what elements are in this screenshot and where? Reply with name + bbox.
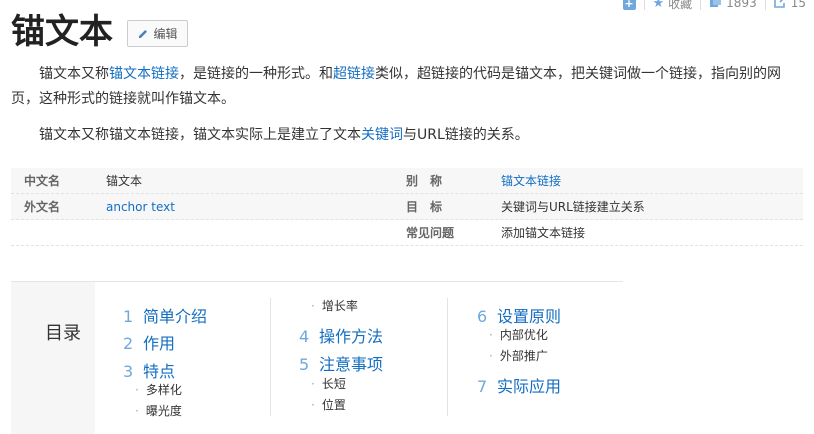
catalog-num: 3 xyxy=(123,362,134,381)
catalog-num: 4 xyxy=(299,327,310,346)
text-run: 锚文本又称 xyxy=(39,66,109,82)
entry-toolbar: + ★ 收藏 1893 15 xyxy=(615,0,814,12)
info-name: 别 称 xyxy=(406,174,443,188)
edit-label: 编辑 xyxy=(153,27,178,41)
info-name: 常见问题 xyxy=(406,226,455,240)
plus-icon: + xyxy=(622,0,636,10)
catalog-sublabel: 位置 xyxy=(321,398,346,412)
text-run: ，是链接的一种形式。和 xyxy=(179,66,333,82)
catalog-sublabel: 增长率 xyxy=(321,299,358,313)
catalog-item-1[interactable]: 1 简单介绍 xyxy=(123,303,207,327)
star-icon: ★ xyxy=(652,0,665,11)
edit-button[interactable]: 编辑 xyxy=(127,20,188,47)
catalog-item-6[interactable]: 6 设置原则 xyxy=(477,303,561,327)
catalog-subitem[interactable]: · 曝光度 xyxy=(135,402,182,419)
intro-paragraph: 锚文本又称锚文本链接，是链接的一种形式。和超链接类似，超链接的代码是锚文本，把关… xyxy=(11,62,801,112)
catalog-num: 7 xyxy=(477,377,488,396)
catalog-subitem[interactable]: · 外部推广 xyxy=(489,347,548,364)
pencil-icon xyxy=(139,29,148,38)
share-button[interactable]: 15 xyxy=(766,0,814,12)
catalog-num: 6 xyxy=(477,307,488,326)
catalog-label: 特点 xyxy=(143,362,176,381)
link-keyword[interactable]: 关键词 xyxy=(361,127,403,143)
catalog-sublabel: 长短 xyxy=(321,377,346,391)
info-value: 关键词与URL链接建立关系 xyxy=(501,200,645,214)
info-row: 中文名 锚文本 别 称 锚文本链接 xyxy=(11,168,803,194)
catalog-sublabel: 多样化 xyxy=(145,383,182,397)
bullet-dash: · xyxy=(489,328,493,342)
info-value: 锚文本 xyxy=(106,174,143,188)
catalog-subitem[interactable]: · 增长率 xyxy=(311,297,358,314)
catalog-label: 简单介绍 xyxy=(143,307,208,326)
catalog-item-4[interactable]: 4 操作方法 xyxy=(299,323,383,347)
summary-paragraph: 锚文本又称锚文本链接，锚文本实际上是建立了文本关键词与URL链接的关系。 xyxy=(11,123,801,148)
page-title: 锚文本 xyxy=(11,12,113,52)
catalog-header xyxy=(11,282,95,434)
catalog-num: 5 xyxy=(299,355,310,374)
text-run: 锚文本又称锚文本链接，锚文本实际上是建立了文本 xyxy=(39,127,361,143)
info-row: 常见问题 添加锚文本链接 xyxy=(11,220,803,246)
catalog-label: 设置原则 xyxy=(497,307,562,326)
share-count: 15 xyxy=(790,0,806,10)
share-icon xyxy=(773,0,787,12)
catalog-sublabel: 曝光度 xyxy=(145,404,182,418)
catalog-label: 操作方法 xyxy=(319,327,384,346)
catalog-num: 2 xyxy=(123,334,134,353)
catalog-subitem[interactable]: · 长短 xyxy=(311,375,346,392)
catalog-subitem[interactable]: · 内部优化 xyxy=(489,326,548,343)
catalog-num: 1 xyxy=(123,307,134,326)
catalog-subitem[interactable]: · 位置 xyxy=(311,396,346,413)
collect-label: 收藏 xyxy=(668,0,693,11)
bullet-dash: · xyxy=(311,299,315,313)
info-name: 目 标 xyxy=(406,200,443,214)
bullet-dash: · xyxy=(311,377,315,391)
catalog-label: 作用 xyxy=(143,334,176,353)
bullet-dash: · xyxy=(311,398,315,412)
link-hyperlink[interactable]: 超链接 xyxy=(333,66,375,82)
catalog-sublabel: 内部优化 xyxy=(499,328,548,342)
catalog-sublabel: 外部推广 xyxy=(499,349,548,363)
info-row: 外文名 anchor text 目 标 关键词与URL链接建立关系 xyxy=(11,194,803,220)
catalog-title: 目录 xyxy=(45,323,81,344)
catalog-item-2[interactable]: 2 作用 xyxy=(123,330,175,354)
bullet-dash: · xyxy=(489,349,493,363)
catalog-divider xyxy=(270,298,271,416)
like-count: 1893 xyxy=(726,0,757,10)
thumbs-up-icon xyxy=(709,0,722,12)
bullet-dash: · xyxy=(135,383,139,397)
info-value: 添加锚文本链接 xyxy=(501,226,586,240)
catalog-item-3[interactable]: 3 特点 xyxy=(123,358,175,382)
bullet-dash: · xyxy=(135,404,139,418)
info-name: 外文名 xyxy=(24,200,61,214)
link-anchor-text-link[interactable]: 锚文本链接 xyxy=(109,66,179,82)
text-run: 与URL链接的关系。 xyxy=(403,127,529,143)
catalog-label: 注意事项 xyxy=(319,355,384,374)
catalog-item-7[interactable]: 7 实际应用 xyxy=(477,373,561,397)
like-button[interactable]: 1893 xyxy=(701,0,765,12)
catalog: 目录 1 简单介绍 2 作用 3 特点 · 多样化 · 曝光度 · 增长率 4 操作方法 5注… xyxy=(11,281,623,434)
info-value-link[interactable]: 锚文本链接 xyxy=(501,172,801,189)
catalog-divider xyxy=(447,298,448,416)
collect-button[interactable]: ★ 收藏 xyxy=(645,0,701,12)
add-button[interactable]: + xyxy=(615,0,644,10)
catalog-label: 实际应用 xyxy=(497,377,562,396)
catalog-subitem[interactable]: · 多样化 xyxy=(135,381,182,398)
catalog-item-5[interactable]: 5 注意事项 xyxy=(299,351,383,375)
basic-info-table: 中文名 锚文本 别 称 锚文本链接 外文名 anchor text 目 标 关键… xyxy=(11,168,803,246)
info-name: 中文名 xyxy=(24,174,61,188)
info-value-link[interactable]: anchor text xyxy=(106,200,406,214)
